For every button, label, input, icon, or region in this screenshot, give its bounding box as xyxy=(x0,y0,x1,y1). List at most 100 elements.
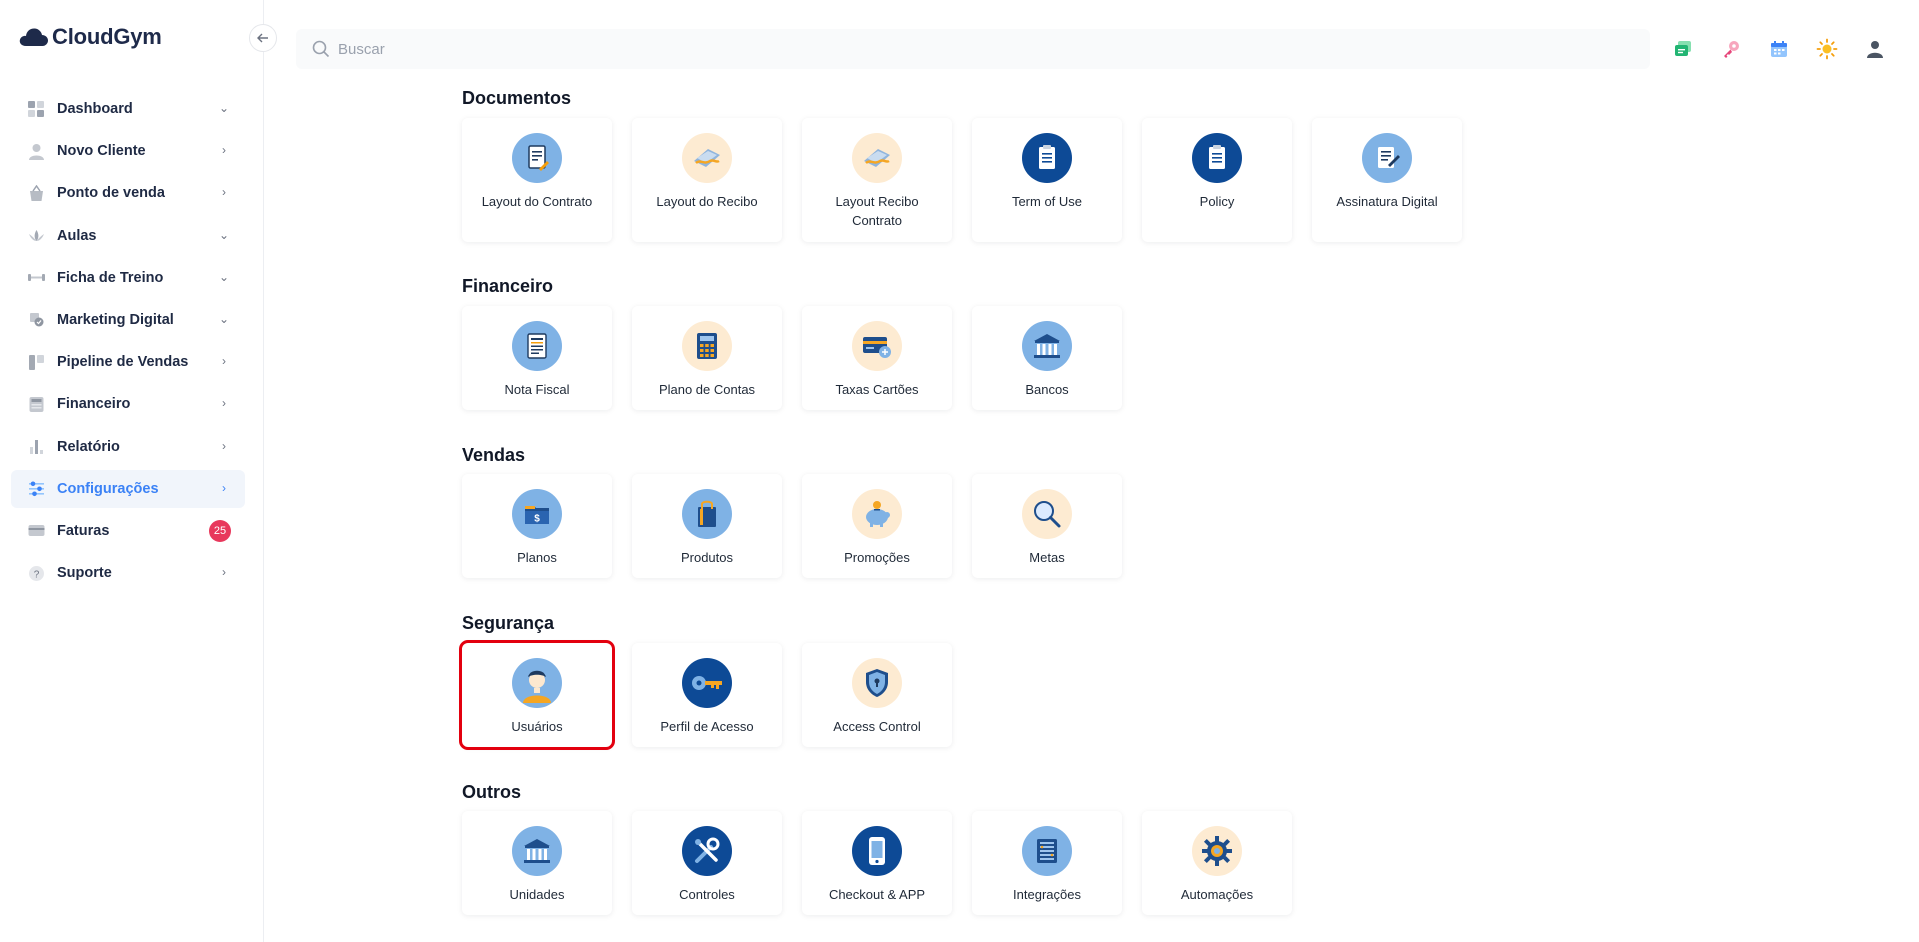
card-fee-icon xyxy=(852,321,902,371)
card-label: Policy xyxy=(1199,194,1235,209)
sidebar-item-novo-cliente[interactable]: Novo Cliente › xyxy=(11,132,245,170)
sidebar-item-label: Financeiro xyxy=(57,396,131,413)
card-label: Assinatura Digital xyxy=(1336,194,1438,209)
card-planos[interactable]: $ Planos xyxy=(462,474,612,578)
svg-text:?: ? xyxy=(34,569,40,580)
invoice-icon xyxy=(512,321,562,371)
card-policy[interactable]: Policy xyxy=(1142,118,1292,242)
card-perfil-de-acesso[interactable]: Perfil de Acesso xyxy=(632,643,782,747)
sidebar-item-relatorio[interactable]: Relatório › xyxy=(11,428,245,466)
sidebar-item-label: Aulas xyxy=(57,227,97,244)
chevron-right-icon: › xyxy=(222,354,226,369)
collapse-sidebar-button[interactable] xyxy=(249,24,277,52)
contract-icon xyxy=(512,133,562,183)
card-label: Access Control xyxy=(833,719,921,734)
chat-icon[interactable] xyxy=(1670,36,1695,61)
sidebar-item-dashboard[interactable]: Dashboard ⌄ xyxy=(11,90,245,128)
gear-automation-icon xyxy=(1192,826,1242,876)
sidebar-item-ficha-de-treino[interactable]: Ficha de Treino ⌄ xyxy=(11,259,245,297)
sidebar-item-marketing-digital[interactable]: Marketing Digital ⌄ xyxy=(11,301,245,339)
card-nota-fiscal[interactable]: Nota Fiscal xyxy=(462,306,612,410)
card-unidades[interactable]: Unidades xyxy=(462,811,612,915)
calendar-icon[interactable] xyxy=(1766,36,1791,61)
logo[interactable]: CloudGym xyxy=(19,24,162,50)
clipboard-icon xyxy=(1022,133,1072,183)
bank-icon xyxy=(1022,321,1072,371)
cloud-logo-icon xyxy=(19,28,48,46)
sidebar-item-faturas[interactable]: Faturas 25 xyxy=(11,512,245,550)
card-assinatura-digital[interactable]: Assinatura Digital xyxy=(1312,118,1462,242)
card-produtos[interactable]: Produtos xyxy=(632,474,782,578)
sidebar-item-financeiro[interactable]: Financeiro › xyxy=(11,385,245,423)
chevron-right-icon: › xyxy=(222,396,226,411)
card-label: Promoções xyxy=(844,550,910,565)
receipt-icon xyxy=(682,133,732,183)
shopping-bag-icon xyxy=(682,489,732,539)
search-input[interactable] xyxy=(338,40,938,58)
card-label: Plano de Contas xyxy=(658,382,756,397)
user-profile-icon[interactable] xyxy=(1862,36,1887,61)
smartphone-icon xyxy=(852,826,902,876)
dumbbell-icon xyxy=(28,269,45,286)
arrow-left-icon xyxy=(257,33,268,43)
sidebar-item-label: Dashboard xyxy=(57,101,133,117)
card-plano-de-contas[interactable]: Plano de Contas xyxy=(632,306,782,410)
megaphone-icon xyxy=(28,311,45,328)
sidebar-item-label: Pipeline de Vendas xyxy=(57,354,189,371)
pipeline-icon xyxy=(28,354,45,371)
chevron-right-icon: › xyxy=(222,438,226,453)
card-checkout-app[interactable]: Checkout & APP xyxy=(802,811,952,915)
card-automacoes[interactable]: Automações xyxy=(1142,811,1292,915)
card-controles[interactable]: Controles xyxy=(632,811,782,915)
card-label: Planos xyxy=(517,550,557,565)
user-avatar-icon xyxy=(512,658,562,708)
credit-card-icon xyxy=(28,522,45,539)
calculator-icon xyxy=(28,396,45,413)
card-layout-do-recibo[interactable]: Layout do Recibo xyxy=(632,118,782,242)
card-integracoes[interactable]: Integrações xyxy=(972,811,1122,915)
chevron-right-icon: › xyxy=(222,143,226,158)
card-term-of-use[interactable]: Term of Use xyxy=(972,118,1122,242)
sidebar-item-configuracoes[interactable]: Configurações › xyxy=(11,469,245,508)
card-label: Unidades xyxy=(509,887,565,902)
card-label: Usuários xyxy=(511,719,563,734)
svg-text:$: $ xyxy=(534,514,540,525)
section-title-documentos: Documentos xyxy=(462,88,572,108)
sidebar-item-ponto-de-venda[interactable]: Ponto de venda › xyxy=(11,174,245,212)
magnifier-icon xyxy=(1022,489,1072,539)
card-label: Integrações xyxy=(1013,887,1081,902)
card-metas[interactable]: Metas xyxy=(972,474,1122,578)
dollar-folder-icon: $ xyxy=(512,489,562,539)
key-icon[interactable] xyxy=(1718,36,1743,61)
card-access-control[interactable]: Access Control xyxy=(802,643,952,747)
basket-icon xyxy=(28,184,45,202)
card-promocoes[interactable]: Promoções xyxy=(802,474,952,578)
card-label: Layout do Contrato xyxy=(481,194,593,209)
chevron-right-icon: › xyxy=(222,480,226,495)
card-usuarios[interactable]: Usuários xyxy=(459,640,615,750)
card-label: Layout Recibo Contrato xyxy=(835,194,919,228)
chevron-down-icon: ⌄ xyxy=(218,269,230,284)
receipt-contract-icon xyxy=(852,133,902,183)
access-key-icon xyxy=(682,658,732,708)
sidebar-item-label: Relatório xyxy=(57,438,120,455)
sidebar-item-label: Marketing Digital xyxy=(57,311,174,328)
integration-icon xyxy=(1022,826,1072,876)
sidebar-item-aulas[interactable]: Aulas ⌄ xyxy=(11,217,245,255)
dashboard-icon xyxy=(28,100,45,118)
chevron-down-icon: ⌄ xyxy=(218,227,230,242)
sidebar-item-pipeline-de-vendas[interactable]: Pipeline de Vendas › xyxy=(11,343,245,381)
building-icon xyxy=(512,826,562,876)
section-title-vendas: Vendas xyxy=(462,445,526,465)
invoice-count-badge: 25 xyxy=(209,519,231,542)
card-layout-do-contrato[interactable]: Layout do Contrato xyxy=(462,118,612,242)
yoga-icon xyxy=(28,227,45,244)
card-bancos[interactable]: Bancos xyxy=(972,306,1122,410)
section-title-seguranca: Segurança xyxy=(462,613,555,633)
card-taxas-cartoes[interactable]: Taxas Cartões xyxy=(802,306,952,410)
card-layout-recibo-contrato[interactable]: Layout Recibo Contrato xyxy=(802,118,952,242)
search-bar xyxy=(296,29,1650,69)
card-label: Checkout & APP xyxy=(828,887,926,902)
sun-icon[interactable] xyxy=(1814,36,1839,61)
sidebar-item-suporte[interactable]: ? Suporte › xyxy=(11,554,245,592)
